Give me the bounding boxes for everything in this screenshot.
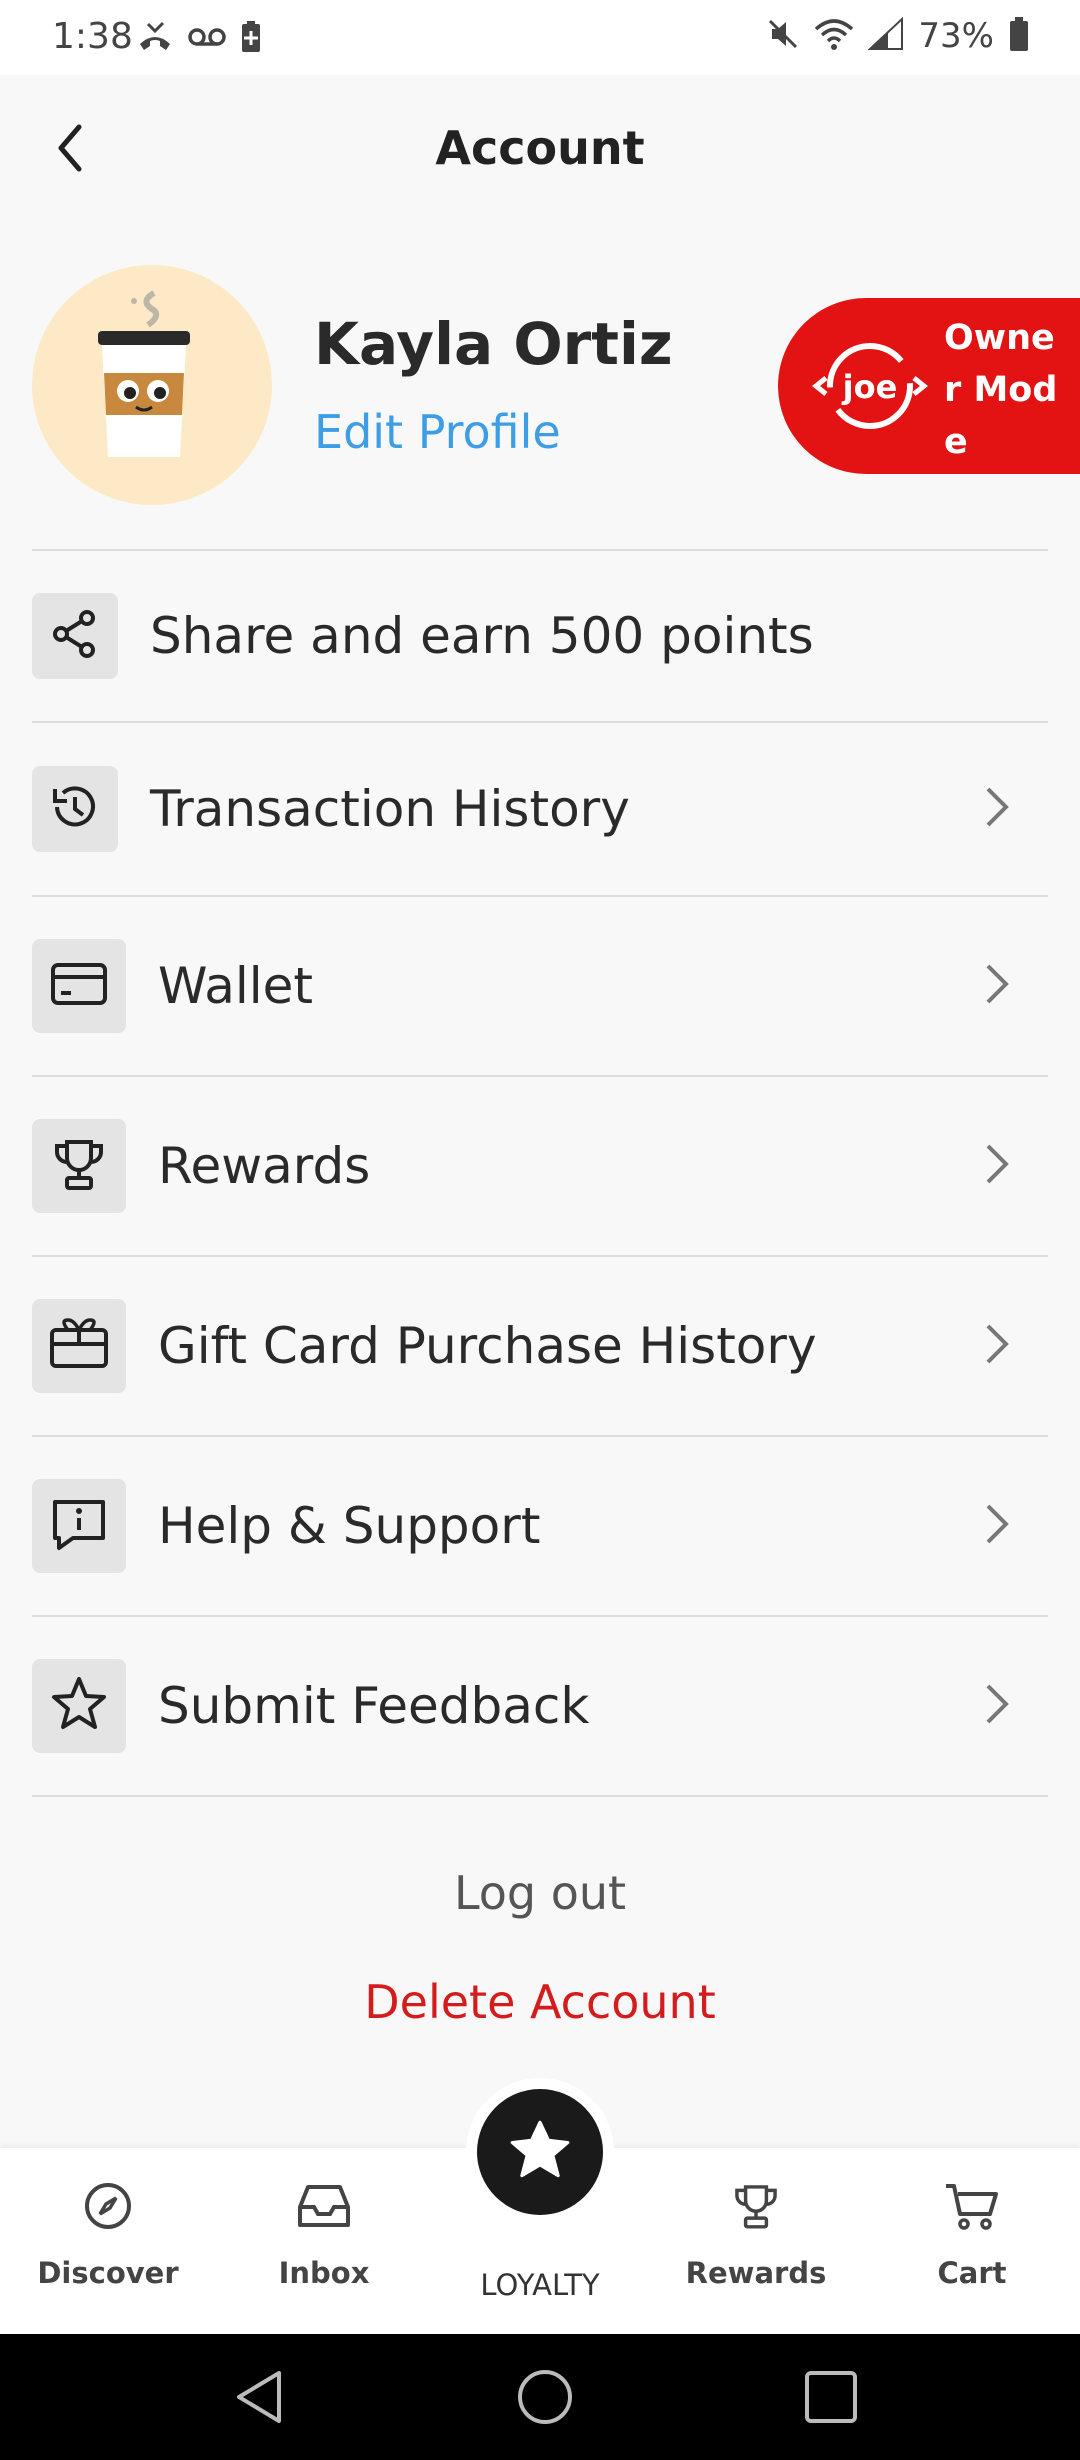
history-icon bbox=[47, 779, 103, 839]
chevron-right-icon bbox=[984, 1682, 1010, 1730]
signal-icon bbox=[867, 16, 904, 55]
battery-icon bbox=[1008, 16, 1030, 56]
joe-logo-icon: joe bbox=[811, 338, 929, 438]
menu-icon-box bbox=[32, 939, 126, 1033]
menu-item-gift-card-history[interactable]: Gift Card Purchase History bbox=[32, 1257, 1048, 1435]
chevron-right-icon bbox=[984, 1142, 1010, 1190]
status-time: 1:38 bbox=[52, 16, 133, 57]
menu-item-wallet[interactable]: Wallet bbox=[32, 897, 1048, 1075]
nav-label: Inbox bbox=[278, 2256, 370, 2290]
user-name: Kayla Ortiz bbox=[314, 310, 673, 378]
menu-icon-box bbox=[32, 1299, 126, 1393]
wifi-icon bbox=[814, 17, 854, 55]
chevron-right-icon bbox=[984, 1502, 1010, 1550]
menu-item-label: Gift Card Purchase History bbox=[158, 1317, 817, 1375]
status-bar: 1:38 73% bbox=[0, 0, 1080, 75]
nav-item-loyalty[interactable]: LOYALTY bbox=[432, 2250, 648, 2302]
gift-card-icon bbox=[48, 1318, 110, 1374]
menu-icon-box bbox=[32, 593, 118, 679]
menu-icon-box bbox=[32, 1659, 126, 1753]
menu-icon-box bbox=[32, 1479, 126, 1573]
nav-item-rewards[interactable]: Rewards bbox=[648, 2178, 864, 2290]
triangle-back-icon bbox=[231, 2367, 287, 2431]
header: Account bbox=[0, 75, 1080, 225]
nav-item-cart[interactable]: Cart bbox=[864, 2178, 1080, 2290]
menu-item-label: Share and earn 500 points bbox=[150, 607, 814, 665]
nav-item-inbox[interactable]: Inbox bbox=[216, 2178, 432, 2290]
menu-item-label: Wallet bbox=[158, 957, 314, 1015]
nav-label: Discover bbox=[37, 2256, 179, 2290]
battery-saver-icon bbox=[240, 20, 262, 58]
android-recents-button[interactable] bbox=[796, 2364, 866, 2434]
divider bbox=[32, 1795, 1048, 1797]
menu-item-help-support[interactable]: Help & Support bbox=[32, 1437, 1048, 1615]
nav-label: Cart bbox=[937, 2256, 1007, 2290]
chevron-right-icon bbox=[984, 1322, 1010, 1370]
menu-item-label: Submit Feedback bbox=[158, 1677, 590, 1735]
star-badge-icon bbox=[508, 2118, 572, 2186]
status-right: 73% bbox=[766, 16, 1030, 56]
cart-icon bbox=[944, 2180, 1000, 2236]
delete-account-button[interactable]: Delete Account bbox=[0, 1975, 1080, 2029]
nav-item-discover[interactable]: Discover bbox=[0, 2178, 216, 2290]
edit-profile-link[interactable]: Edit Profile bbox=[314, 405, 561, 459]
logout-button[interactable]: Log out bbox=[0, 1866, 1080, 1920]
menu-item-rewards[interactable]: Rewards bbox=[32, 1077, 1048, 1255]
menu-item-submit-feedback[interactable]: Submit Feedback bbox=[32, 1617, 1048, 1795]
loyalty-fab-inner bbox=[477, 2089, 603, 2215]
mute-icon bbox=[766, 17, 800, 55]
menu-icon-box bbox=[32, 1119, 126, 1213]
menu-item-transaction-history[interactable]: Transaction History bbox=[32, 723, 1048, 895]
owner-mode-button[interactable]: joe Owner Mode bbox=[778, 298, 1080, 474]
nav-label: Rewards bbox=[685, 2256, 827, 2290]
owner-mode-label: Owner Mode bbox=[944, 318, 1058, 462]
chevron-right-icon bbox=[984, 785, 1010, 833]
circle-home-icon bbox=[515, 2367, 575, 2431]
owner-logo-text: joe bbox=[841, 368, 898, 406]
battery-percent: 73% bbox=[918, 16, 994, 56]
inbox-icon bbox=[296, 2181, 352, 2235]
star-outline-icon bbox=[49, 1674, 109, 1738]
android-nav-bar bbox=[0, 2334, 1080, 2460]
menu-item-label: Rewards bbox=[158, 1137, 371, 1195]
menu-item-share[interactable]: Share and earn 500 points bbox=[32, 551, 1048, 721]
compass-icon bbox=[82, 2180, 134, 2236]
chevron-right-icon bbox=[984, 962, 1010, 1010]
loyalty-fab-button[interactable] bbox=[466, 2078, 614, 2226]
info-chat-icon bbox=[49, 1494, 109, 1558]
avatar[interactable] bbox=[32, 265, 272, 505]
menu-item-label: Help & Support bbox=[158, 1497, 541, 1555]
status-left-icons bbox=[136, 20, 262, 58]
menu-item-label: Transaction History bbox=[150, 780, 630, 838]
voicemail-icon bbox=[188, 25, 226, 53]
coffee-cup-avatar-icon bbox=[32, 290, 272, 505]
android-back-button[interactable] bbox=[224, 2364, 294, 2434]
account-menu: Share and earn 500 points Transaction Hi… bbox=[32, 549, 1048, 1797]
nav-label: LOYALTY bbox=[480, 2268, 600, 2302]
page-title: Account bbox=[435, 121, 645, 175]
missed-call-icon bbox=[136, 20, 174, 58]
square-recents-icon bbox=[801, 2367, 861, 2431]
menu-icon-box bbox=[32, 766, 118, 852]
wallet-card-icon bbox=[49, 959, 109, 1013]
android-home-button[interactable] bbox=[510, 2364, 580, 2434]
trophy-icon bbox=[730, 2178, 782, 2238]
trophy-icon bbox=[49, 1134, 109, 1198]
share-icon bbox=[49, 608, 101, 664]
